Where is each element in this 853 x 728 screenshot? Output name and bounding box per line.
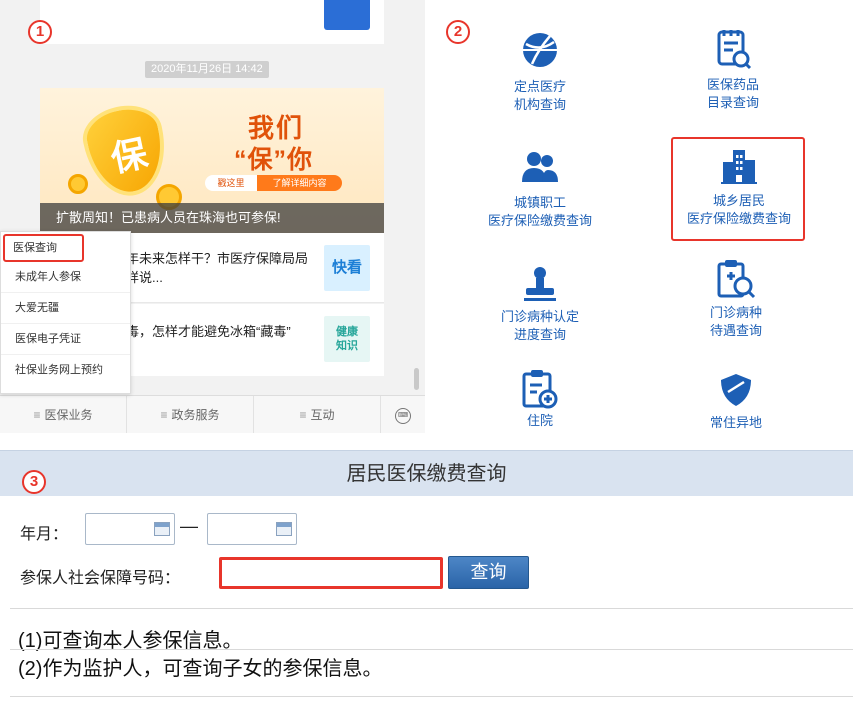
service-label: 门诊病种: [709, 305, 762, 320]
menu-lines-icon: ≡: [33, 408, 41, 422]
chat-timestamp: 2020年11月26日 14:42: [145, 61, 269, 78]
service-label: 常住异地: [709, 415, 762, 430]
document-search-icon: [717, 30, 752, 70]
tab-label: 医保业务: [44, 408, 93, 422]
service-designated-institution-query[interactable]: 定点医疗 机构查询: [440, 30, 640, 114]
previous-article-card[interactable]: [40, 0, 384, 44]
query-button[interactable]: 查询: [448, 556, 529, 589]
service-outpatient-disease-approval-progress[interactable]: 门诊病种认定 进度查询: [440, 264, 640, 344]
menu-item-charity[interactable]: 大爱无疆: [1, 293, 130, 324]
form-header: 居民医保缴费查询: [0, 450, 853, 496]
end-date-field[interactable]: [207, 513, 297, 545]
menu-item-online-appointment[interactable]: 社保业务网上预约: [1, 355, 130, 386]
page-title: 居民医保缴费查询: [346, 463, 507, 485]
coin-graphic: [68, 174, 88, 194]
article-title: 毒，怎样才能避免冰箱“藏毒”: [126, 324, 291, 339]
keyboard-toggle[interactable]: ⌨: [381, 396, 425, 433]
menu-item-medical-insurance-query[interactable]: 医保查询: [3, 234, 84, 262]
service-outpatient-disease-benefit-query[interactable]: 门诊病种 待遇查询: [636, 258, 836, 340]
globe-icon: [523, 33, 557, 67]
menu-item-minor-enrollment[interactable]: 未成年人参保: [1, 262, 130, 293]
year-month-label: 年月：: [20, 526, 69, 543]
divider: [10, 649, 853, 650]
date-range-separator: —: [180, 516, 198, 536]
service-label: 城镇职工: [513, 195, 566, 210]
start-date-field[interactable]: [85, 513, 175, 545]
calendar-icon[interactable]: [154, 522, 170, 536]
scrollbar[interactable]: [414, 368, 419, 390]
divider: [10, 696, 853, 697]
service-label: 城乡居民: [712, 193, 765, 208]
hospital-record-icon: [522, 370, 558, 409]
instruction-note: (2)作为监护人，可查询子女的参保信息。: [18, 658, 383, 680]
service-label: 医疗保险缴费查询: [686, 211, 791, 226]
article-thumbnail: 健康 知识: [324, 316, 370, 362]
service-label: 机构查询: [513, 97, 566, 112]
article-thumbnail: [324, 0, 370, 30]
service-urban-rural-resident-payment-query[interactable]: 城乡居民 医疗保险缴费查询: [639, 146, 839, 228]
medical-record-search-icon: [717, 260, 756, 299]
service-label: 进度查询: [513, 327, 566, 342]
stamp-icon: [524, 267, 556, 301]
banner-caption: 扩散周知！已患病人员在珠海也可参保!: [40, 203, 384, 233]
service-label: 门诊病种认定: [500, 309, 579, 324]
service-label: 定点医疗: [513, 79, 566, 94]
banner-cta-left: 戳这里: [205, 175, 257, 191]
service-urban-employee-payment-query[interactable]: 城镇职工 医疗保险缴费查询: [440, 150, 640, 230]
service-label: 待遇查询: [709, 323, 762, 338]
panel-1-chat: 2020年11月26日 14:42 保 我们 “保”你 戳这里 了解详细内容 扩…: [0, 0, 425, 433]
calendar-icon[interactable]: [276, 522, 292, 536]
bottom-menu-bar: ≡ 医保业务 ≡ 政务服务 ≡ 互动 ⌨: [0, 395, 425, 433]
menu-lines-icon: ≡: [160, 408, 168, 422]
panel-2-service-grid: 定点医疗 机构查询 医保药品 目录查询 城镇职工 医疗保险缴费查询 城乡居民 医…: [440, 0, 853, 433]
step-marker-1: 1: [28, 20, 52, 44]
tab-label: 政务服务: [171, 408, 220, 422]
banner-cta-right: 了解详细内容: [257, 175, 342, 191]
social-security-number-label: 参保人社会保障号码：: [20, 570, 181, 587]
building-icon: [721, 150, 757, 184]
keyboard-icon: ⌨: [395, 407, 411, 424]
divider: [10, 608, 853, 609]
thumb-text: 健康: [336, 326, 358, 338]
tab-medical-business[interactable]: ≡ 医保业务: [0, 396, 127, 433]
banner-cta-pill[interactable]: 戳这里 了解详细内容: [205, 175, 342, 191]
social-security-number-input[interactable]: [219, 557, 443, 589]
tab-label: 互动: [310, 408, 335, 422]
shield-icon: [721, 374, 751, 406]
banner-headline: “保”你: [234, 146, 314, 174]
shield-character: 保: [107, 132, 151, 180]
service-label: 住院: [526, 413, 553, 428]
service-inpatient[interactable]: 住院: [440, 368, 640, 430]
service-label: 医疗保险缴费查询: [487, 213, 592, 228]
thumb-text: 知识: [336, 340, 358, 352]
article-title: 年未来怎样干？市医疗保障局局 详说...: [126, 249, 316, 287]
article-title-line: 年未来怎样干？市医疗保障局局: [126, 251, 309, 266]
tab-government-services[interactable]: ≡ 政务服务: [127, 396, 254, 433]
tab-interaction[interactable]: ≡ 互动: [254, 396, 381, 433]
article-title-line: 详说...: [126, 270, 163, 285]
menu-lines-icon: ≡: [299, 408, 307, 422]
service-label: 目录查询: [706, 95, 759, 110]
users-icon: [522, 152, 558, 182]
panel-3-query-form: 居民医保缴费查询 年月： — 参保人社会保障号码： 查询 (1)可查询本人参保信…: [0, 450, 853, 728]
service-label: 医保药品: [706, 77, 759, 92]
service-drug-catalog-query[interactable]: 医保药品 目录查询: [633, 28, 833, 112]
step-marker-3: 3: [22, 470, 46, 494]
promo-banner[interactable]: 保 我们 “保”你 戳这里 了解详细内容 扩散周知！已患病人员在珠海也可参保!: [40, 88, 384, 233]
step-marker-2: 2: [446, 20, 470, 44]
service-resident-elsewhere[interactable]: 常住异地: [636, 372, 836, 432]
popup-menu: 医保查询 未成年人参保 大爱无疆 医保电子凭证 社保业务网上预约: [0, 231, 131, 394]
article-thumbnail: 快看: [324, 245, 370, 291]
menu-item-e-voucher[interactable]: 医保电子凭证: [1, 324, 130, 355]
